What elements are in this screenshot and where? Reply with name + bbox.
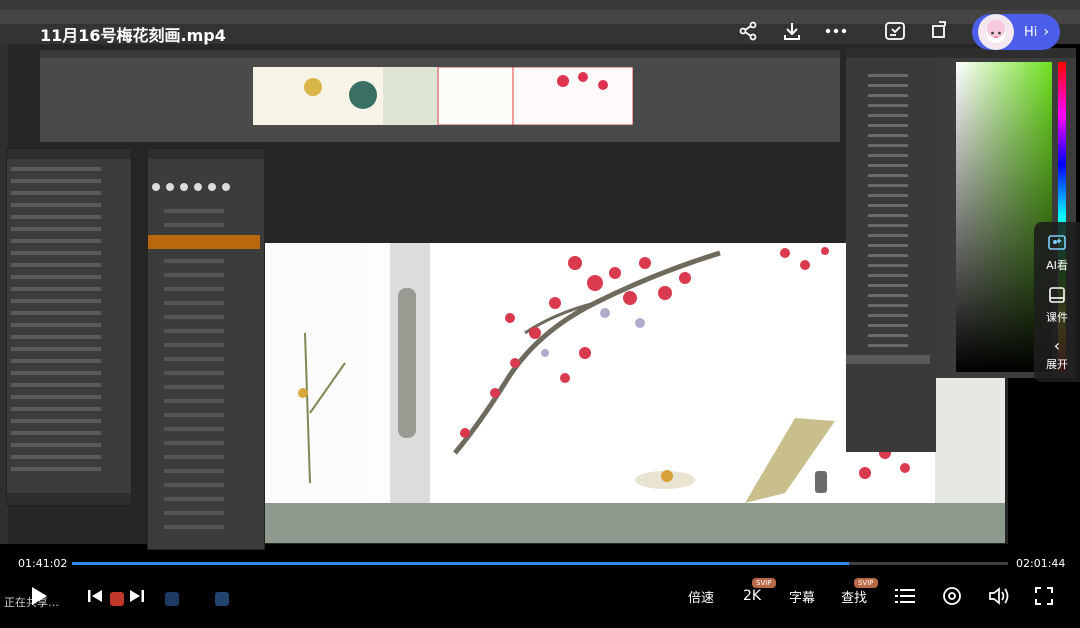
fullscreen-icon[interactable]: [1031, 584, 1057, 608]
previous-icon[interactable]: [82, 584, 108, 608]
speed-button[interactable]: 倍速: [683, 584, 719, 608]
taskbar-app-icon: [215, 592, 229, 606]
navigator-thumbnail: [253, 66, 634, 126]
current-time: 01:41:02: [18, 557, 68, 570]
courseware-button[interactable]: 课件: [1034, 286, 1080, 325]
ps-menubar: [0, 0, 1080, 10]
danmaku-settings-icon[interactable]: [939, 584, 965, 608]
volume-icon[interactable]: [986, 584, 1012, 608]
total-time: 02:01:44: [1016, 557, 1066, 570]
courseware-label: 课件: [1046, 311, 1068, 324]
chevron-right-icon: ›: [1043, 24, 1049, 40]
playlist-icon[interactable]: [892, 584, 918, 608]
chevron-left-icon: ‹: [1053, 336, 1061, 355]
expand-label: 展开: [1046, 358, 1068, 371]
ai-look-button[interactable]: AI看: [1034, 234, 1080, 273]
layers-list: [7, 149, 131, 505]
taskbar-app-icon: [165, 592, 179, 606]
expand-button[interactable]: ‹ 展开: [1034, 336, 1080, 372]
screen-capture-icon[interactable]: [882, 18, 908, 44]
windows-taskbar: [0, 590, 1080, 628]
next-icon[interactable]: [124, 584, 150, 608]
ai-look-icon: [1034, 234, 1080, 257]
taskbar-app-icon: [110, 592, 124, 606]
ps-brush-panel: [147, 148, 265, 550]
ps-layers-panel: [6, 148, 132, 506]
progress-bar[interactable]: [72, 562, 1008, 565]
quality-svip-badge: SVIP: [752, 578, 776, 588]
courseware-icon: [1034, 286, 1080, 309]
subtitle-button[interactable]: 字幕: [784, 584, 820, 608]
ai-assistant-button[interactable]: Hi ›: [972, 14, 1060, 50]
thumbnail-painting: [253, 66, 634, 126]
avatar-icon: [978, 14, 1014, 50]
side-dock: AI看 课件 ‹ 展开: [1034, 222, 1080, 382]
history-list: [846, 48, 936, 364]
ai-assistant-label: Hi: [1024, 24, 1038, 40]
play-icon[interactable]: [26, 584, 52, 608]
ps-history-panel: [846, 48, 936, 452]
more-icon[interactable]: [823, 18, 849, 44]
download-icon[interactable]: [779, 18, 805, 44]
video-title: 11月16号梅花刻画.mp4: [40, 26, 226, 45]
ai-look-label: AI看: [1046, 259, 1068, 272]
share-icon[interactable]: [735, 18, 761, 44]
progress-fill: [72, 562, 849, 565]
rotate-icon[interactable]: [926, 18, 952, 44]
search-svip-badge: SVIP: [854, 578, 878, 588]
brush-list: [148, 149, 264, 529]
